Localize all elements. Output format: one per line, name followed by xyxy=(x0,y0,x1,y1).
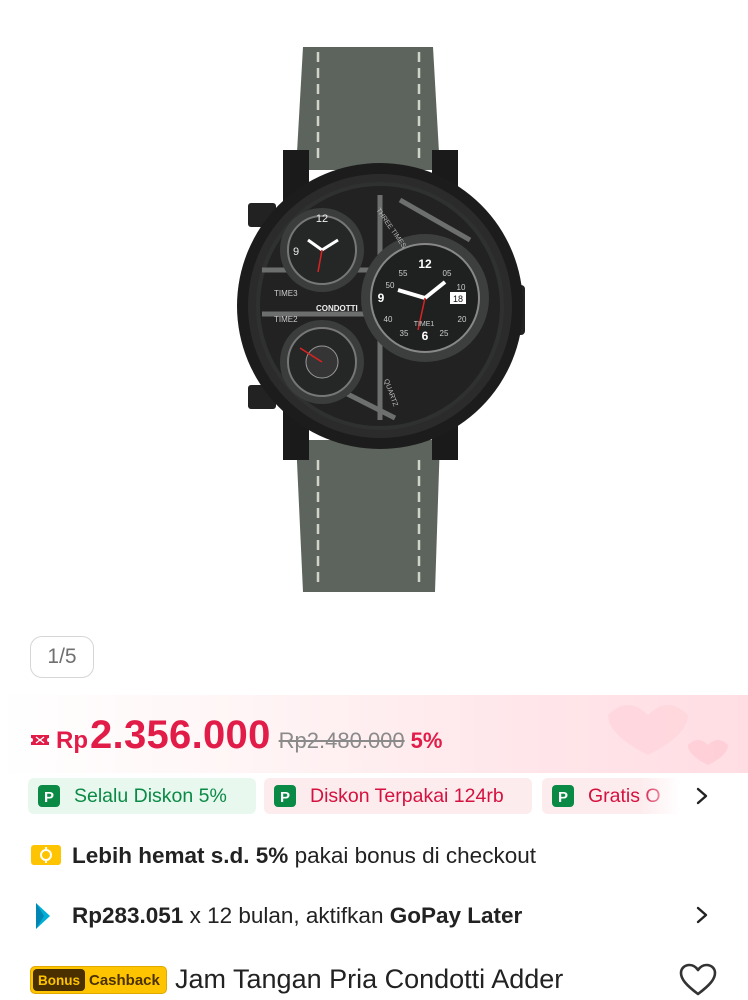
dial-number: 12 xyxy=(418,257,432,271)
dial-number: 9 xyxy=(293,246,299,258)
price-currency: Rp xyxy=(56,727,88,754)
discount-percent: 5% xyxy=(410,728,443,753)
bonus-savings-row: Lebih hemat s.d. 5% pakai bonus di check… xyxy=(0,835,748,875)
promo-label: Selalu Diskon 5% xyxy=(74,784,227,807)
coupon-icon xyxy=(31,845,61,865)
dial-number: 55 xyxy=(399,269,408,278)
gopay-later-icon xyxy=(36,903,50,929)
current-price: 2.356.000 xyxy=(90,713,271,757)
watch-product-image: 12 9 12 6 9 55 05 50 10 40 20 35 25 18 T… xyxy=(237,47,525,592)
product-title: Jam Tangan Pria Condotti Adder xyxy=(175,964,564,994)
dial-number: 12 xyxy=(316,213,328,225)
dial-number: 40 xyxy=(384,315,393,324)
price-section: Rp 2.356.000 Rp2.480.000 5% xyxy=(0,695,748,773)
p-voucher-icon: P xyxy=(274,785,296,807)
gopay-text: Rp283.051 x 12 bulan, aktifkan GoPay Lat… xyxy=(72,903,522,929)
bonus-text: Lebih hemat s.d. 5% pakai bonus di check… xyxy=(72,843,536,869)
dial-label: TIME2 xyxy=(274,315,298,324)
gopay-later-row[interactable]: Rp283.051 x 12 bulan, aktifkan GoPay Lat… xyxy=(0,895,748,935)
original-price: Rp2.480.000 xyxy=(278,728,405,753)
dial-number: 10 xyxy=(457,283,466,292)
dial-number: 50 xyxy=(386,281,395,290)
promo-chip-selalu-diskon[interactable]: P Selalu Diskon 5% xyxy=(28,778,256,814)
dial-label: TIME3 xyxy=(274,289,298,298)
installment-amount: Rp283.051 xyxy=(72,903,184,928)
badge-cashback-label: Cashback xyxy=(89,971,160,989)
promo-chips: P Selalu Diskon 5% P Diskon Terpakai 124… xyxy=(0,778,748,816)
bonus-text-rest: pakai bonus di checkout xyxy=(288,843,536,868)
promo-label: Diskon Terpakai 124rb xyxy=(310,784,504,807)
dial-number: 6 xyxy=(422,329,429,343)
installment-terms: x 12 bulan, aktifkan xyxy=(183,903,390,928)
ribbon-decoration xyxy=(608,705,728,765)
watch-brand: CONDOTTI xyxy=(316,304,358,313)
dial-number: 05 xyxy=(443,269,452,278)
dial-number: 25 xyxy=(440,329,449,338)
chevron-right-icon[interactable] xyxy=(692,786,712,806)
dial-number: 35 xyxy=(400,329,409,338)
product-title-row: Bonus Cashback Jam Tangan Pria Condotti … xyxy=(0,958,748,1000)
dial-label: TIME1 xyxy=(414,321,435,328)
product-image-gallery[interactable]: 12 9 12 6 9 55 05 50 10 40 20 35 25 18 T… xyxy=(0,0,748,695)
chevron-right-icon[interactable] xyxy=(692,905,712,925)
p-voucher-icon: P xyxy=(38,785,60,807)
p-voucher-icon: P xyxy=(552,785,574,807)
svg-text:P: P xyxy=(558,789,568,806)
bonus-cashback-badge: Bonus Cashback xyxy=(30,966,167,994)
dial-number: 9 xyxy=(378,291,385,305)
svg-text:P: P xyxy=(280,789,290,806)
svg-text:P: P xyxy=(44,789,54,806)
heart-icon[interactable] xyxy=(678,962,718,998)
dial-number: 20 xyxy=(458,315,467,324)
gopay-brand: GoPay Later xyxy=(389,903,523,928)
promo-chip-gratis-ongkir[interactable]: P Gratis O xyxy=(542,778,680,814)
ticket-icon xyxy=(31,734,49,745)
image-page-indicator: 1/5 xyxy=(30,636,94,678)
date-window: 18 xyxy=(453,294,463,304)
promo-chip-diskon-terpakai[interactable]: P Diskon Terpakai 124rb xyxy=(264,778,532,814)
bonus-text-bold: Lebih hemat s.d. 5% xyxy=(72,843,289,868)
badge-bonus-label: Bonus xyxy=(33,969,85,991)
